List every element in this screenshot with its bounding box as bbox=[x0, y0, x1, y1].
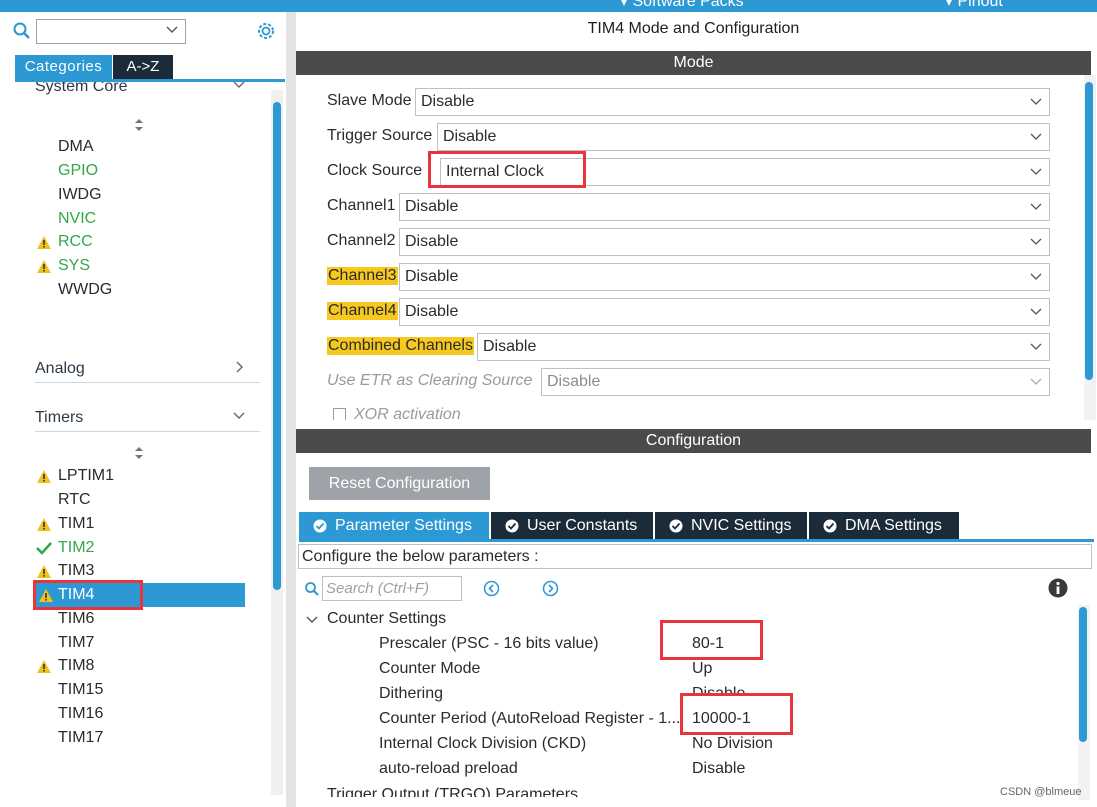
list-item-dma[interactable]: DMA bbox=[58, 138, 94, 156]
list-item-rcc[interactable]: RCC bbox=[58, 233, 93, 251]
search-icon[interactable] bbox=[12, 21, 32, 41]
annotation-box-prescaler bbox=[660, 620, 763, 660]
chevron-down-icon bbox=[233, 412, 245, 419]
warning-icon bbox=[37, 260, 51, 273]
watermark: CSDN @blmeue bbox=[1000, 786, 1082, 798]
list-item-tim1[interactable]: TIM1 bbox=[58, 515, 94, 533]
param-name-auto-reload-preload: auto-reload preload bbox=[379, 760, 518, 777]
reset-configuration-button[interactable]: Reset Configuration bbox=[309, 467, 490, 500]
group-trigger-output[interactable]: Trigger Output (TRGO) Parameters bbox=[327, 786, 578, 797]
sort-icon[interactable] bbox=[133, 118, 145, 132]
pinout-menu[interactable]: ▾ Pinout bbox=[945, 0, 1003, 11]
list-item-iwdg[interactable]: IWDG bbox=[58, 186, 102, 204]
xor-activation-checkbox[interactable] bbox=[333, 408, 346, 420]
list-item-tim2[interactable]: TIM2 bbox=[58, 539, 94, 557]
panel-splitter[interactable] bbox=[286, 12, 296, 807]
param-value-counter-mode[interactable]: Up bbox=[692, 660, 712, 678]
check-circle-icon bbox=[505, 519, 519, 533]
previous-icon[interactable] bbox=[483, 580, 500, 597]
section-system-core[interactable]: System Core bbox=[35, 82, 260, 100]
category-search-combo[interactable] bbox=[36, 19, 186, 44]
section-timers[interactable]: Timers bbox=[35, 401, 260, 432]
param-name-clock-division: Internal Clock Division (CKD) bbox=[379, 735, 587, 752]
param-name-counter-period: Counter Period (AutoReload Register - 1.… bbox=[379, 710, 681, 727]
info-icon[interactable] bbox=[1048, 578, 1068, 598]
configure-hint: Configure the below parameters : bbox=[298, 544, 1092, 569]
check-circle-icon bbox=[823, 519, 837, 533]
sort-icon[interactable] bbox=[133, 446, 145, 460]
check-circle-icon bbox=[669, 519, 683, 533]
configuration-section-bar: Configuration bbox=[296, 429, 1091, 453]
xor-activation-label: XOR activation bbox=[354, 406, 461, 420]
param-name-prescaler: Prescaler (PSC - 16 bits value) bbox=[379, 635, 599, 652]
software-packs-menu[interactable]: ▾ Software Packs bbox=[620, 0, 744, 11]
chevron-down-icon[interactable] bbox=[305, 613, 319, 627]
list-item-rtc[interactable]: RTC bbox=[58, 491, 91, 509]
parameter-scrollbar-thumb[interactable] bbox=[1079, 607, 1087, 742]
warning-icon bbox=[37, 565, 51, 578]
list-item-tim6[interactable]: TIM6 bbox=[58, 610, 94, 628]
tab-user-constants[interactable]: User Constants bbox=[491, 512, 653, 539]
gear-icon[interactable] bbox=[255, 20, 277, 42]
chevron-right-icon bbox=[236, 361, 243, 373]
annotation-box-counter-period bbox=[680, 693, 793, 735]
list-item-tim3[interactable]: TIM3 bbox=[58, 562, 94, 580]
group-counter-settings[interactable]: Counter Settings bbox=[327, 610, 446, 628]
page-title: TIM4 Mode and Configuration bbox=[587, 20, 800, 37]
warning-icon bbox=[37, 518, 51, 531]
param-name-counter-mode: Counter Mode bbox=[379, 660, 481, 677]
tab-dma-settings[interactable]: DMA Settings bbox=[809, 512, 959, 539]
check-circle-icon bbox=[313, 519, 327, 533]
param-value-clock-division[interactable]: No Division bbox=[692, 735, 773, 753]
mode-section-bar: Mode bbox=[296, 51, 1091, 75]
list-item-lptim1[interactable]: LPTIM1 bbox=[58, 467, 114, 485]
warning-icon bbox=[37, 236, 51, 249]
parameter-search-input[interactable]: Search (Ctrl+F) bbox=[322, 576, 462, 601]
mode-clip: XOR activation bbox=[296, 75, 1091, 420]
tab-a-to-z[interactable]: A->Z bbox=[113, 55, 173, 79]
tab-underline bbox=[299, 539, 1094, 542]
list-item-gpio[interactable]: GPIO bbox=[58, 162, 98, 180]
section-analog[interactable]: Analog bbox=[35, 352, 260, 383]
param-value-auto-reload-preload[interactable]: Disable bbox=[692, 760, 745, 778]
list-item-tim8[interactable]: TIM8 bbox=[58, 657, 94, 675]
system-core-clip: System Core bbox=[0, 82, 270, 100]
chevron-down-icon[interactable] bbox=[165, 23, 179, 37]
chevron-down-icon bbox=[233, 82, 245, 88]
list-item-tim17[interactable]: TIM17 bbox=[58, 729, 103, 747]
list-item-wwdg[interactable]: WWDG bbox=[58, 281, 112, 299]
top-toolbar: ▾ Software Packs ▾ Pinout bbox=[0, 0, 1097, 12]
list-item-nvic[interactable]: NVIC bbox=[58, 210, 96, 228]
search-icon[interactable] bbox=[304, 581, 320, 597]
warning-icon bbox=[37, 470, 51, 483]
param-name-dithering: Dithering bbox=[379, 685, 444, 702]
warning-icon bbox=[37, 660, 51, 673]
tab-nvic-settings[interactable]: NVIC Settings bbox=[655, 512, 807, 539]
list-item-tim15[interactable]: TIM15 bbox=[58, 681, 103, 699]
list-item-sys[interactable]: SYS bbox=[58, 257, 90, 275]
check-icon bbox=[36, 542, 52, 555]
tab-categories[interactable]: Categories bbox=[15, 55, 112, 79]
list-item-tim16[interactable]: TIM16 bbox=[58, 705, 103, 723]
tab-parameter-settings[interactable]: Parameter Settings bbox=[299, 512, 489, 539]
list-item-tim7[interactable]: TIM7 bbox=[58, 634, 94, 652]
annotation-box-tim4 bbox=[33, 580, 143, 610]
next-icon[interactable] bbox=[542, 580, 559, 597]
left-scrollbar-thumb[interactable] bbox=[273, 102, 281, 590]
